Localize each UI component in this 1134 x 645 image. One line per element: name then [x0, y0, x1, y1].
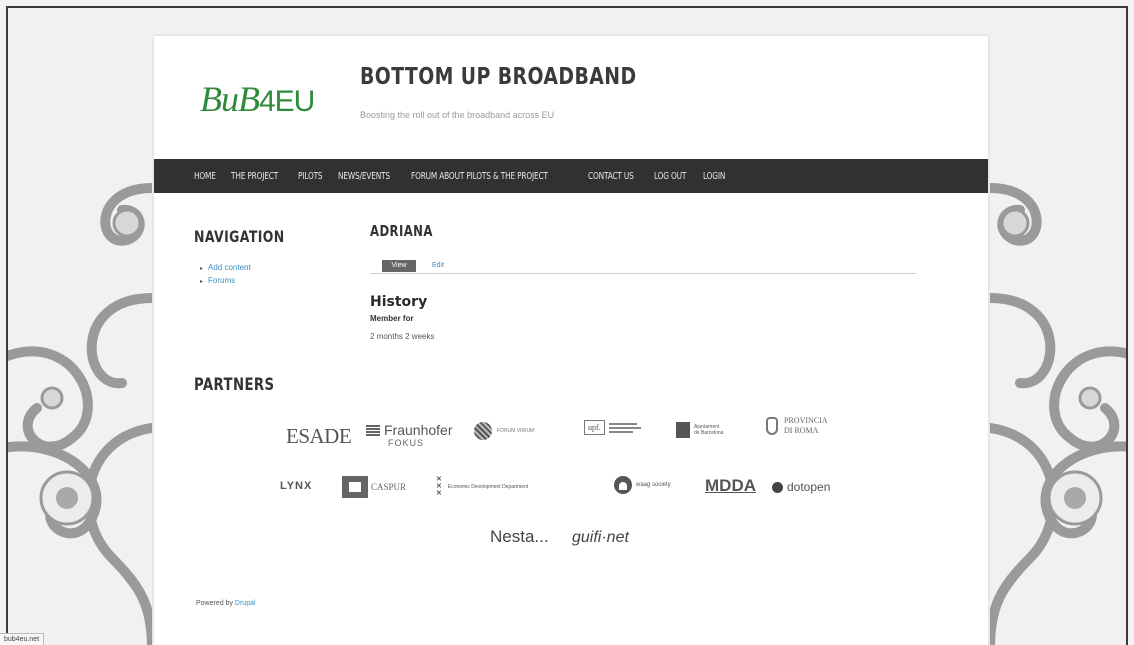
- partners-title: PARTNERS: [194, 375, 275, 395]
- list-item: Add content: [200, 262, 251, 275]
- ajuntament-line-2: de Barcelona: [694, 430, 724, 436]
- esade-logo[interactable]: ESADE: [286, 424, 352, 449]
- fraunhofer-mark-icon: [366, 424, 380, 436]
- forum-virium-logo-text: FORUM VIRIUM: [497, 428, 535, 434]
- mdda-logo[interactable]: MDDA: [705, 476, 756, 496]
- roma-crest-icon: [766, 417, 778, 435]
- mdda-logo-text: MDDA: [705, 476, 756, 495]
- nesta-logo[interactable]: Nesta...: [490, 527, 549, 547]
- menu-item-news-events[interactable]: NEWS/EVENTS: [338, 171, 390, 182]
- guifi-logo-text: guifi·net: [572, 529, 629, 546]
- menu-item-log-out[interactable]: LOG OUT: [654, 171, 686, 182]
- right-swirl-decoration: [990, 183, 1126, 645]
- upf-caption-lines: [608, 422, 641, 433]
- browser-status-bar: bub4eu.net: [0, 633, 45, 645]
- menu-item-pilots[interactable]: PILOTS: [298, 171, 323, 182]
- provincia-text: PROVINCIA DI ROMA: [784, 416, 828, 436]
- ajuntament-barcelona-logo[interactable]: Ajuntament de Barcelona: [676, 422, 723, 438]
- tab-edit[interactable]: Edit: [432, 260, 444, 272]
- caspur-logo[interactable]: CASPUR: [342, 476, 406, 498]
- drupal-link[interactable]: Drupal: [235, 600, 256, 607]
- navigation-block-title: NAVIGATION: [194, 227, 285, 246]
- barcelona-shield-icon: [676, 422, 690, 438]
- navigation-list: Add content Forums: [200, 262, 251, 288]
- forum-virium-logo[interactable]: FORUM VIRIUM: [474, 422, 534, 440]
- tab-view[interactable]: View: [382, 260, 416, 272]
- site-logo[interactable]: BuB4EU: [200, 78, 315, 120]
- provincia-line-1: PROVINCIA: [784, 416, 828, 425]
- site-slogan: Boosting the roll out of the broadband a…: [360, 110, 555, 120]
- esade-logo-text: ESADE: [286, 424, 352, 448]
- caspur-mark-icon: [342, 476, 368, 498]
- menu-item-home[interactable]: HOME: [194, 171, 216, 182]
- upf-logo-text: upf.: [588, 423, 601, 432]
- forums-link[interactable]: Forums: [208, 276, 235, 285]
- member-for-label: Member for: [370, 314, 414, 323]
- site-name[interactable]: BOTTOM UP BROADBAND: [360, 64, 637, 90]
- dotopen-logo-text: dotopen: [787, 480, 831, 494]
- waag-society-logo[interactable]: waag society: [614, 476, 671, 494]
- main-menu: HOME THE PROJECT PILOTS NEWS/EVENTS FORU…: [154, 159, 988, 193]
- guifi-net-logo[interactable]: guifi·net: [572, 529, 629, 547]
- site-header: BuB4EU BOTTOM UP BROADBAND Boosting the …: [154, 36, 988, 159]
- menu-item-login[interactable]: LOGIN: [703, 171, 725, 182]
- provincia-line-2: DI ROMA: [784, 426, 819, 435]
- amsterdam-xxx-icon: ✕ ✕ ✕: [436, 476, 442, 497]
- waag-icon: [614, 476, 632, 494]
- menu-item-forum[interactable]: FORUM ABOUT PILOTS & THE PROJECT: [411, 171, 548, 182]
- page-container: BuB4EU BOTTOM UP BROADBAND Boosting the …: [154, 36, 988, 645]
- left-swirl-decoration: [8, 183, 152, 645]
- forum-virium-icon: [474, 422, 492, 440]
- add-content-link[interactable]: Add content: [208, 263, 251, 272]
- footer-text: Powered by: [196, 600, 233, 607]
- menu-item-contact-us[interactable]: CONTACT US: [588, 171, 634, 182]
- footer: Powered by Drupal: [196, 600, 256, 607]
- dotopen-logo[interactable]: dotopen: [772, 480, 830, 494]
- logo-text-4eu: 4EU: [258, 85, 315, 118]
- logo-text-bub: BuB: [200, 79, 260, 119]
- dotopen-dot-icon: [772, 481, 783, 493]
- member-for-value: 2 months 2 weeks: [370, 332, 435, 341]
- lynx-logo-text: LYNX: [280, 480, 313, 492]
- amsterdam-logo-text: Economic Development Department: [447, 483, 529, 490]
- provincia-roma-logo[interactable]: PROVINCIA DI ROMA: [766, 416, 828, 436]
- history-heading: History: [370, 294, 428, 310]
- caspur-logo-text: CASPUR: [371, 482, 407, 492]
- waag-logo-text: waag society: [636, 482, 671, 488]
- upf-logo[interactable]: upf.: [584, 420, 641, 435]
- upf-logo-box: upf.: [584, 420, 605, 435]
- profile-tabs: View Edit: [370, 260, 916, 274]
- list-item: Forums: [200, 275, 251, 288]
- menu-item-the-project[interactable]: THE PROJECT: [231, 171, 278, 182]
- fraunhofer-logo-text: Fraunhofer: [384, 422, 453, 438]
- amsterdam-logo[interactable]: ✕ ✕ ✕ Economic Development Department: [436, 476, 528, 497]
- nesta-logo-text: Nesta...: [490, 527, 549, 546]
- lynx-logo[interactable]: LYNX: [280, 480, 312, 492]
- page-title: ADRIANA: [370, 222, 433, 240]
- fokus-logo-text: FOKUS: [388, 438, 425, 448]
- ajuntament-text: Ajuntament de Barcelona: [694, 424, 723, 436]
- fraunhofer-logo[interactable]: Fraunhofer FOKUS: [366, 422, 452, 448]
